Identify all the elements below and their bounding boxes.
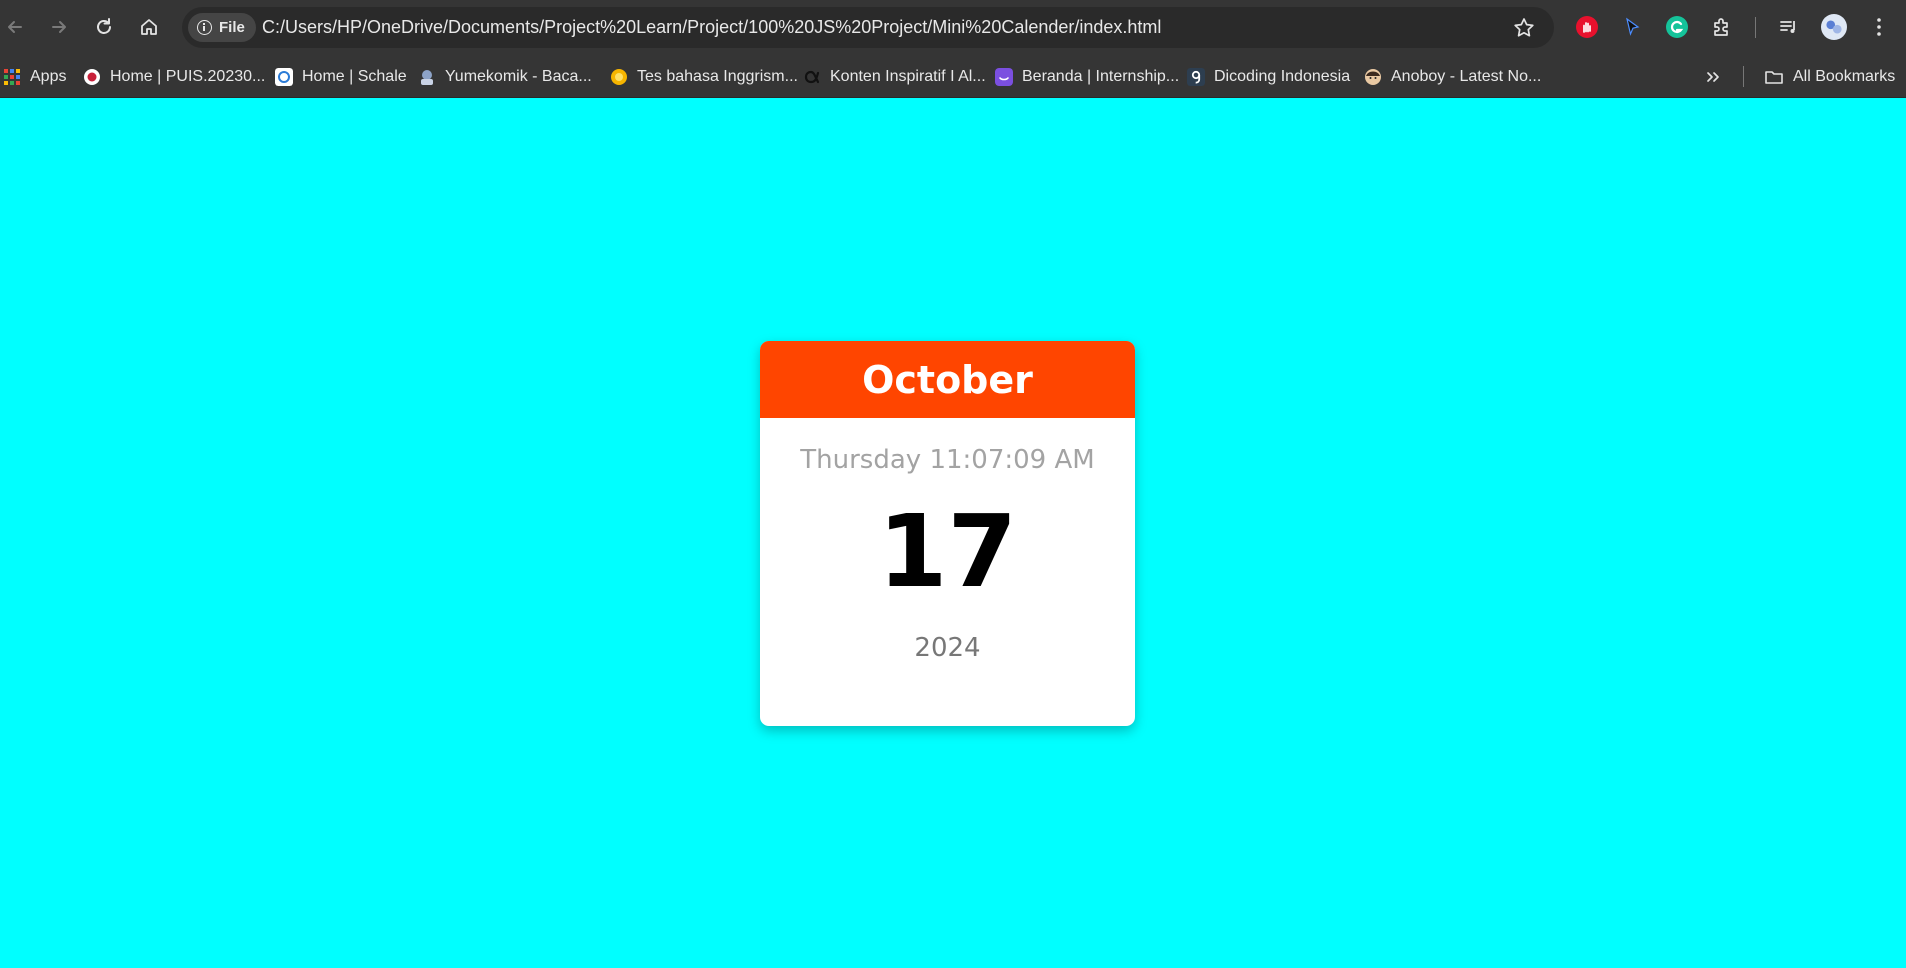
bookmarks-divider [1743,66,1744,87]
double-chevron-right-icon [1707,71,1719,82]
cursor-icon [1626,17,1640,36]
beranda-favicon [995,67,1013,86]
bookmark-label: Dicoding Indonesia [1214,67,1351,85]
alpha-favicon [804,70,820,83]
extensions-menu-button[interactable] [1709,14,1735,40]
arrow-right-icon [52,21,66,33]
extension-cursor-button[interactable] [1619,14,1645,40]
all-bookmarks-button[interactable]: All Bookmarks [1764,55,1895,98]
star-icon [1514,18,1534,37]
toolbar-divider [1755,17,1756,38]
all-bookmarks-label: All Bookmarks [1793,67,1896,85]
puis-favicon [84,68,100,85]
bookmarks-bar: Apps Home | PUIS.20230... Home | Schale … [0,55,1906,98]
grammarly-icon [1666,16,1688,38]
bookmark-label: Home | Schale [302,67,407,85]
chrome-menu-button[interactable] [1866,14,1892,40]
dicoding-favicon [1187,67,1205,86]
bookmark-schale[interactable]: Home | Schale [275,55,407,98]
bookmark-yumekomik[interactable]: Yumekomik - Baca... [418,55,592,98]
site-info-label: File [219,19,245,36]
extension-adblock-button[interactable] [1574,14,1600,40]
playlist-icon [1780,21,1795,33]
mini-calendar-card: October Thursday 11:07:09 AM 17 2024 [760,341,1135,726]
calendar-date: 17 [877,493,1018,610]
calendar-day-time: Thursday 11:07:09 AM [800,445,1095,475]
avatar [1821,14,1847,40]
calendar-year: 2024 [914,633,981,663]
yumekomik-favicon [421,69,433,85]
media-control-button[interactable] [1776,14,1802,40]
extension-grammarly-button[interactable] [1664,14,1690,40]
adblock-hand-icon [1576,16,1598,38]
info-icon [197,20,212,35]
bookmark-tes-bahasa[interactable]: Tes bahasa Inggrism... [610,55,798,98]
folder-icon [1765,70,1783,84]
forward-button[interactable] [44,12,74,42]
page-viewport: October Thursday 11:07:09 AM 17 2024 [0,99,1906,968]
bookmark-beranda[interactable]: Beranda | Internship... [995,55,1179,98]
bookmark-apps[interactable]: Apps [3,55,66,98]
calendar-month: October [760,341,1135,418]
profile-avatar-button[interactable] [1821,14,1847,40]
home-icon [141,19,157,35]
tes-favicon [611,68,627,85]
site-info-chip[interactable]: File [188,13,256,42]
reload-button[interactable] [89,12,119,42]
bookmark-anoboy[interactable]: Anoboy - Latest No... [1364,55,1541,98]
bookmark-label: Yumekomik - Baca... [445,67,592,85]
kebab-menu-icon [1877,18,1881,36]
bookmarks-overflow-button[interactable] [1704,55,1722,98]
address-bar[interactable]: File C:/Users/HP/OneDrive/Documents/Proj… [182,7,1554,48]
bookmark-dicoding[interactable]: Dicoding Indonesia [1187,55,1350,98]
home-button[interactable] [134,12,164,42]
bookmark-label: Home | PUIS.20230... [110,67,266,85]
back-button[interactable] [0,12,30,42]
reload-icon [97,18,111,34]
apps-grid-icon [4,68,20,85]
bookmark-konten-inspiratif[interactable]: Konten Inspiratif I Al... [803,55,986,98]
anoboy-favicon [1365,68,1381,85]
bookmark-label: Beranda | Internship... [1022,67,1180,85]
schale-favicon [275,67,293,86]
browser-toolbar: File C:/Users/HP/OneDrive/Documents/Proj… [0,0,1906,55]
bookmark-label: Konten Inspiratif I Al... [830,67,986,85]
bookmark-label: Anoboy - Latest No... [1391,67,1542,85]
arrow-left-icon [8,21,22,33]
url-text[interactable]: C:/Users/HP/OneDrive/Documents/Project%2… [262,7,1161,48]
bookmark-puis[interactable]: Home | PUIS.20230... [83,55,265,98]
bookmark-label: Apps [30,67,67,85]
bookmark-star-button[interactable] [1512,16,1536,40]
bookmark-label: Tes bahasa Inggrism... [637,67,798,85]
puzzle-icon [1714,18,1728,36]
